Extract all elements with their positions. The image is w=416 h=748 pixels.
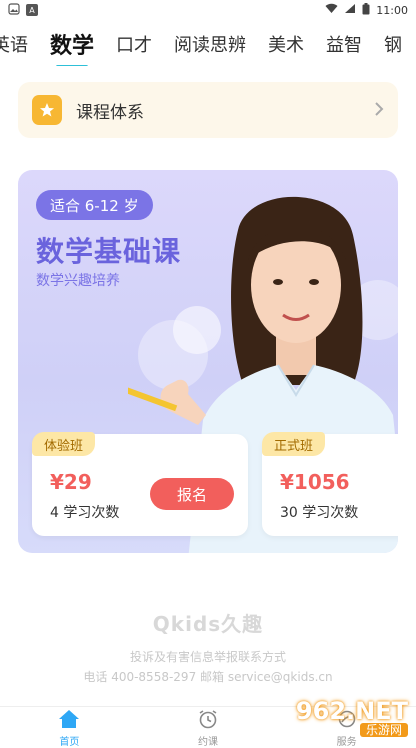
card-count: 4 学习次数 — [50, 505, 120, 521]
banner-subtitle: 数学兴趣培养 — [36, 273, 120, 289]
subject-tabs: 英语 数学 口才 阅读思辨 美术 益智 钢 — [0, 22, 416, 66]
trial-class-card[interactable]: 体验班 ¥29 4 学习次数 报名 — [32, 432, 248, 536]
tab-art[interactable]: 美术 — [268, 31, 304, 57]
banner-title: 数学基础课 — [36, 235, 182, 268]
course-system-label: 课程体系 — [76, 102, 144, 123]
tab-puzzle[interactable]: 益智 — [326, 31, 362, 57]
star-icon — [32, 95, 62, 125]
complaint-label: 投诉及有害信息举报联系方式 — [129, 650, 286, 664]
clock-time: 11:00 — [376, 3, 408, 17]
watermark-text: 962.NET — [295, 697, 408, 725]
qkids-logo: Qkids久趣 — [152, 612, 264, 636]
age-pill: 适合 6-12 岁 — [36, 190, 153, 220]
home-icon — [58, 709, 80, 733]
tab-reading[interactable]: 阅读思辨 — [174, 31, 246, 57]
formal-class-card[interactable]: 正式班 ¥1056 30 学习次数 报名 — [262, 432, 398, 536]
card-count: 30 学习次数 — [280, 505, 359, 521]
status-bar: A 11:00 — [0, 0, 416, 20]
course-system-bar[interactable]: 课程体系 — [18, 82, 398, 138]
tab-piano[interactable]: 钢 — [384, 31, 402, 57]
signal-icon — [344, 3, 356, 17]
battery-icon — [362, 2, 370, 18]
status-left: A — [8, 2, 38, 18]
tab-english[interactable]: 英语 — [0, 31, 28, 57]
gallery-icon — [8, 2, 20, 18]
site-watermark: 962.NET 乐游网 — [258, 697, 408, 737]
course-banner[interactable]: 适合 6-12 岁 数学基础课 数学兴趣培养 体验班 ¥29 4 学习次数 报名… — [18, 170, 398, 553]
card-price: ¥1056 — [280, 470, 350, 494]
watermark-subtext: 乐游网 — [359, 723, 408, 737]
nav-booking[interactable]: 约课 — [168, 707, 248, 748]
contact-info: 电话 400-8558-297 邮箱 service@qkids.cn — [83, 670, 333, 684]
status-right: 11:00 — [325, 2, 408, 18]
wifi-icon — [325, 3, 338, 17]
card-tag: 体验班 — [32, 432, 96, 456]
tab-eloquence[interactable]: 口才 — [116, 31, 152, 57]
nav-home[interactable]: 首页 — [29, 707, 109, 748]
card-tag: 正式班 — [262, 432, 326, 456]
card-price: ¥29 — [50, 470, 92, 494]
signup-button[interactable]: 报名 — [150, 478, 234, 510]
chevron-right-icon — [374, 98, 384, 122]
notification-badge: A — [26, 4, 38, 16]
tab-math[interactable]: 数学 — [50, 28, 94, 60]
alarm-clock-icon — [197, 709, 219, 733]
